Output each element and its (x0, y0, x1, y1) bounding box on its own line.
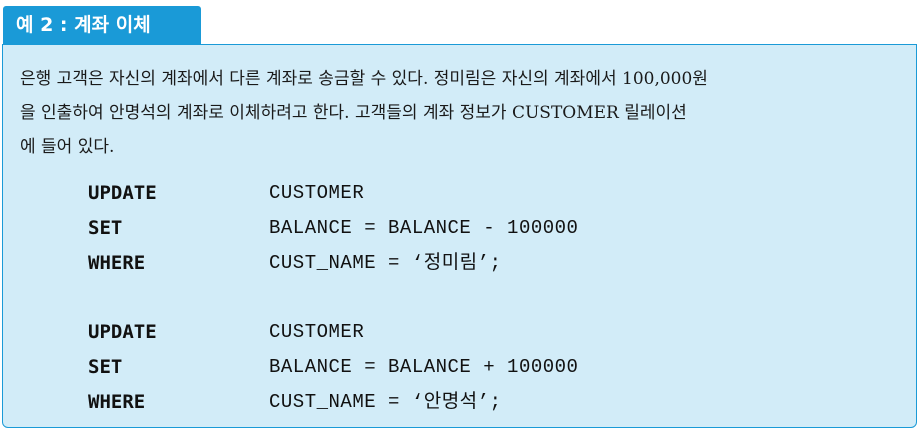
sql-keyword: WHERE (88, 252, 146, 274)
sql-keyword: WHERE (88, 391, 146, 413)
sql-clause: BALANCE = BALANCE - 100000 (269, 217, 579, 239)
sql-clause: CUST_NAME = ‘정미림’; (269, 252, 502, 274)
sql-keyword: UPDATE (88, 182, 157, 204)
sql-clause: CUSTOMER (269, 321, 365, 343)
sql-clause: BALANCE = BALANCE + 100000 (269, 356, 579, 378)
description-paragraph: 은행 고객은 자신의 계좌에서 다른 계좌로 송금할 수 있다. 정미림은 자신… (20, 62, 900, 164)
sql-keyword: SET (88, 217, 123, 239)
sql-clause: CUSTOMER (269, 182, 365, 204)
sql-clause: CUST_NAME = ‘안명석’; (269, 391, 502, 413)
sql-keyword: SET (88, 356, 123, 378)
description-line: 에 들어 있다. (20, 137, 115, 157)
description-line: 을 인출하여 안명석의 계좌로 이체하려고 한다. 고객들의 계좌 정보가 CU… (20, 103, 687, 123)
example-title: 예 2 : 계좌 이체 (16, 14, 151, 36)
sql-keyword: UPDATE (88, 321, 157, 343)
example-title-tab: 예 2 : 계좌 이체 (3, 6, 201, 44)
description-line: 은행 고객은 자신의 계좌에서 다른 계좌로 송금할 수 있다. 정미림은 자신… (20, 69, 708, 89)
